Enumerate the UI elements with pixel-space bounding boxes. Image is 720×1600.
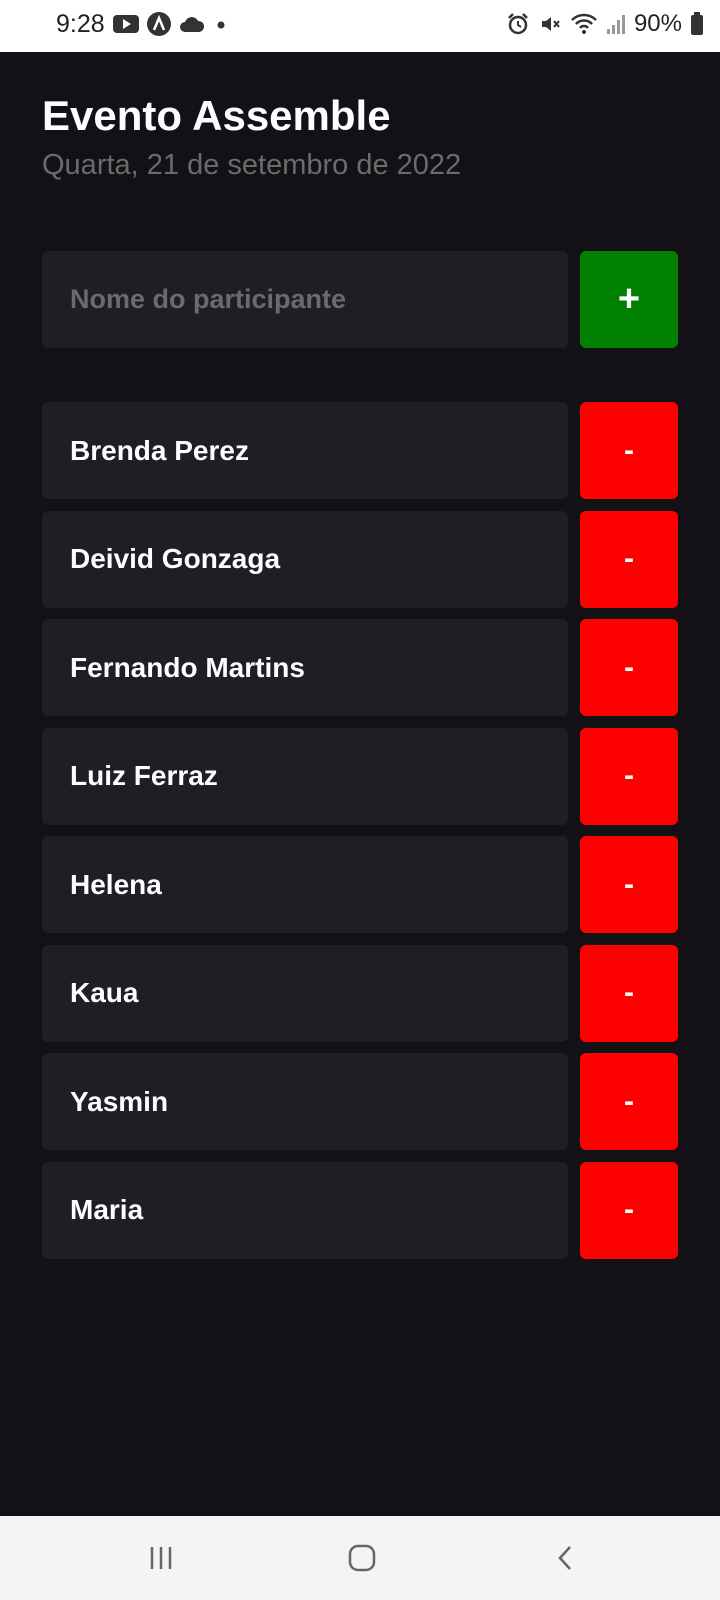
- wifi-icon: [570, 12, 598, 36]
- add-participant-button[interactable]: +: [580, 251, 678, 348]
- participant-row: Luiz Ferraz -: [42, 727, 678, 825]
- remove-participant-button[interactable]: -: [580, 510, 678, 608]
- participant-name: Kaua: [42, 944, 568, 1042]
- participant-name-input[interactable]: [42, 251, 568, 348]
- status-icons: 90%: [506, 10, 704, 38]
- signal-icon: [606, 13, 626, 35]
- participant-list: Brenda Perez - Deivid Gonzaga - Fernando Mar…: [42, 402, 678, 1270]
- a-logo-icon: [147, 12, 171, 36]
- notification-icons: [113, 12, 229, 36]
- participant-name: Maria: [42, 1161, 568, 1259]
- status-time: 9:28: [56, 10, 105, 38]
- youtube-icon: [113, 14, 139, 34]
- participant-row: Yasmin -: [42, 1053, 678, 1150]
- battery-percent: 90%: [633, 10, 682, 37]
- event-date: Quarta, 21 de setembro de 2022: [42, 149, 462, 181]
- system-nav-bar: [0, 1516, 720, 1600]
- participant-name: Brenda Perez: [42, 402, 568, 499]
- participant-row: Brenda Perez -: [42, 402, 678, 499]
- home-icon[interactable]: [342, 1538, 382, 1578]
- participant-row: Kaua -: [42, 944, 678, 1042]
- battery-icon: [690, 12, 704, 36]
- participant-row: Deivid Gonzaga -: [42, 510, 678, 608]
- alarm-icon: [506, 12, 530, 36]
- app-screen: Evento Assemble Quarta, 21 de setembro d…: [0, 52, 720, 1516]
- participant-name: Luiz Ferraz: [42, 727, 568, 825]
- remove-participant-button[interactable]: -: [580, 619, 678, 716]
- remove-participant-button[interactable]: -: [580, 727, 678, 825]
- remove-participant-button[interactable]: -: [580, 1161, 678, 1259]
- remove-participant-button[interactable]: -: [580, 1053, 678, 1150]
- participant-name: Deivid Gonzaga: [42, 510, 568, 608]
- dot-icon: [213, 15, 229, 33]
- remove-participant-button[interactable]: -: [580, 402, 678, 499]
- participant-row: Helena -: [42, 836, 678, 933]
- back-icon[interactable]: [545, 1538, 585, 1578]
- recent-apps-icon[interactable]: [141, 1538, 181, 1578]
- vibrate-icon: [538, 12, 562, 36]
- cloud-icon: [179, 15, 205, 33]
- status-bar: 9:28 90%: [0, 0, 720, 52]
- participant-row: Fernando Martins -: [42, 619, 678, 716]
- remove-participant-button[interactable]: -: [580, 944, 678, 1042]
- participant-row: Maria -: [42, 1161, 678, 1259]
- participant-name: Fernando Martins: [42, 619, 568, 716]
- remove-participant-button[interactable]: -: [580, 836, 678, 933]
- event-title: Evento Assemble: [42, 92, 391, 139]
- participant-name: Yasmin: [42, 1053, 568, 1150]
- participant-name: Helena: [42, 836, 568, 933]
